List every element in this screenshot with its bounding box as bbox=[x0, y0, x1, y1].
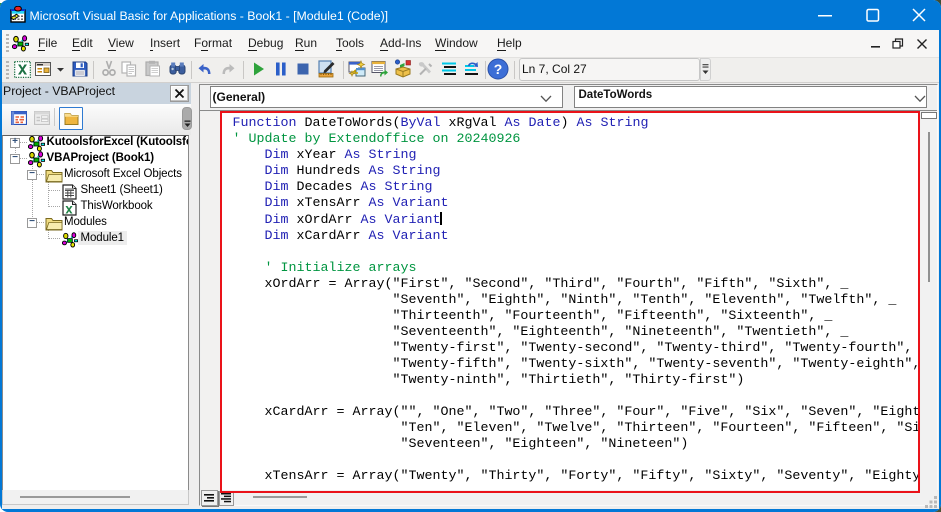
svg-text:?: ? bbox=[494, 61, 503, 77]
